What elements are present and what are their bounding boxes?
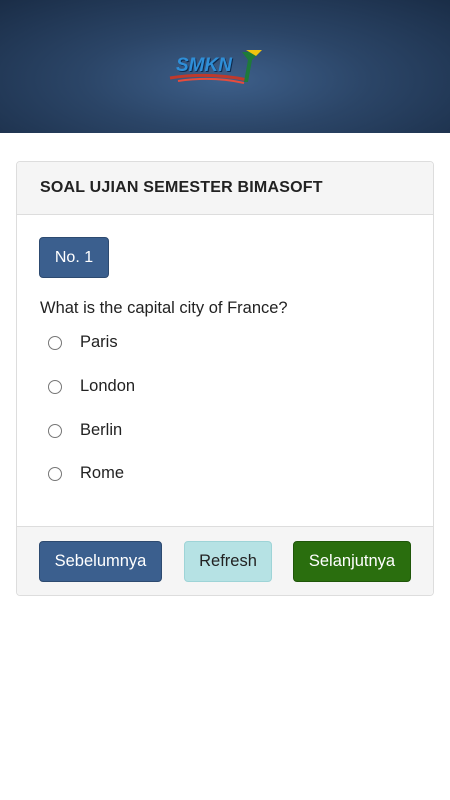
option-rome[interactable]: Rome [48, 464, 124, 483]
option-label: Paris [80, 333, 118, 351]
refresh-button[interactable]: Refresh [184, 541, 272, 582]
radio-button[interactable] [48, 423, 62, 438]
question-panel: No. 1 What is the capital city of France… [17, 215, 433, 527]
option-berlin[interactable]: Berlin [48, 421, 122, 440]
app-header: SMKN [0, 0, 450, 133]
option-label: Rome [80, 464, 125, 482]
card-title: SOAL UJIAN SEMESTER BIMASOFT [17, 162, 433, 215]
question-text: What is the capital city of France? [40, 299, 288, 317]
option-label: Berlin [80, 421, 123, 439]
exam-card: SOAL UJIAN SEMESTER BIMASOFT No. 1 What … [16, 161, 434, 596]
logo-text: SMKN [176, 55, 232, 76]
radio-button[interactable] [48, 379, 62, 394]
radio-button[interactable] [48, 466, 62, 481]
previous-button[interactable]: Sebelumnya [39, 541, 162, 582]
navigation-footer: Sebelumnya Refresh Selanjutnya [17, 527, 433, 595]
option-london[interactable]: London [48, 377, 135, 396]
option-label: London [80, 377, 136, 395]
radio-button[interactable] [48, 335, 62, 350]
question-number-button[interactable]: No. 1 [39, 237, 109, 278]
option-paris[interactable]: Paris [48, 333, 118, 352]
next-button[interactable]: Selanjutnya [293, 541, 411, 582]
